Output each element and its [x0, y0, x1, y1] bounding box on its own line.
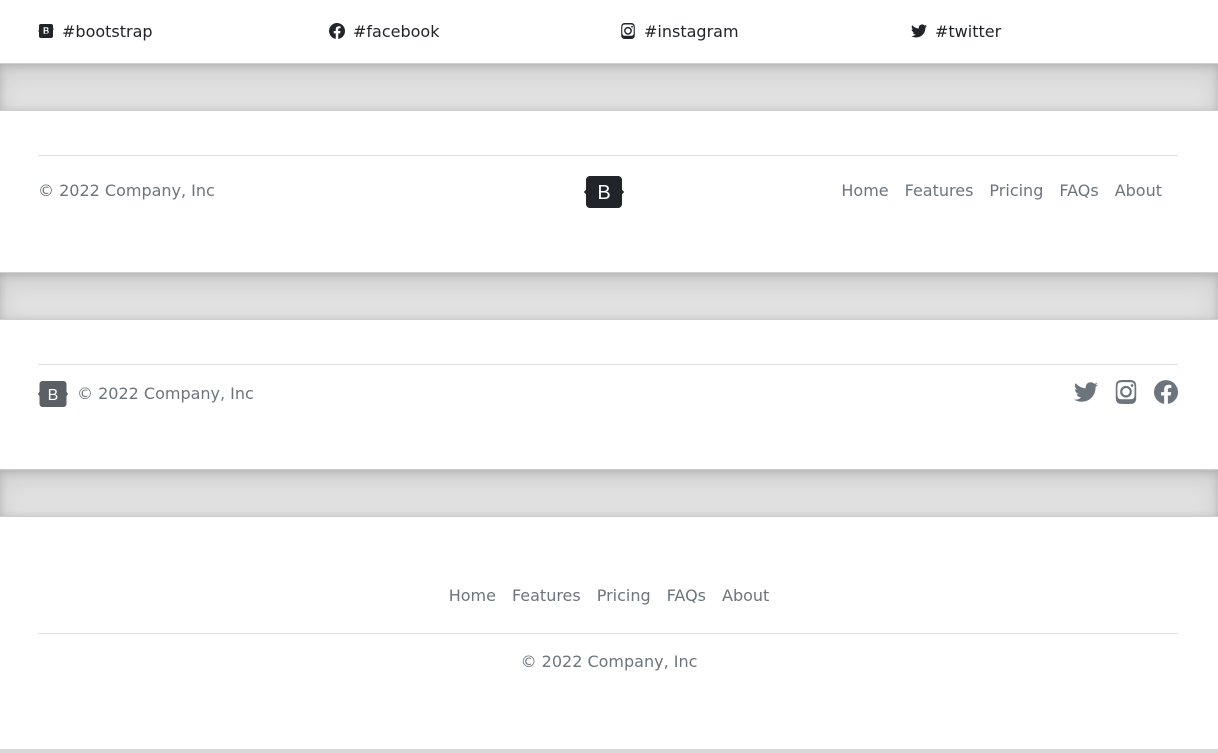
footer-nav: Home Features Pricing FAQs About — [833, 181, 1170, 200]
nav-about[interactable]: About — [1107, 181, 1170, 200]
nav-pricing[interactable]: Pricing — [589, 586, 659, 605]
twitter-icon — [911, 24, 927, 38]
nav-features[interactable]: Features — [897, 181, 982, 200]
footer-nav: Home Features Pricing FAQs About — [0, 586, 1218, 605]
section-divider — [0, 272, 1218, 320]
icon-row: #bootstrap #facebook #instagram #twitter — [0, 0, 1218, 63]
bootstrap-icon: B — [584, 176, 624, 208]
instagram-icon — [621, 23, 635, 39]
nav-faqs[interactable]: FAQs — [659, 586, 714, 605]
facebook-icon — [329, 23, 345, 39]
section-divider — [0, 749, 1218, 753]
social-links — [1058, 380, 1178, 404]
instagram-icon — [1115, 380, 1137, 404]
bootstrap-icon: B — [38, 381, 68, 407]
instagram-label: #instagram — [644, 21, 739, 41]
copyright-text: © 2022 Company, Inc — [77, 384, 254, 403]
nav-home[interactable]: Home — [833, 181, 896, 200]
facebook-link[interactable] — [1154, 380, 1178, 404]
section-divider — [0, 469, 1218, 517]
logo-letter: B — [48, 387, 59, 404]
copyright-text: © 2022 Company, Inc — [520, 652, 698, 671]
bootstrap-label: #bootstrap — [62, 21, 153, 41]
nav-home[interactable]: Home — [441, 586, 504, 605]
footer-border — [38, 364, 1178, 365]
nav-about[interactable]: About — [714, 586, 777, 605]
nav-features[interactable]: Features — [504, 586, 589, 605]
footer-border — [38, 155, 1178, 156]
bootstrap-icon — [38, 24, 54, 38]
twitter-link[interactable]: #twitter — [911, 21, 1001, 41]
twitter-label: #twitter — [935, 21, 1002, 41]
instagram-link[interactable]: #instagram — [620, 21, 739, 41]
bootstrap-logo-link[interactable]: B — [38, 381, 68, 411]
twitter-icon — [1074, 382, 1098, 402]
section-divider — [0, 63, 1218, 111]
copyright-text: © 2022 Company, Inc — [38, 181, 215, 200]
instagram-link[interactable] — [1114, 380, 1138, 404]
facebook-link[interactable]: #facebook — [329, 21, 439, 41]
facebook-icon — [1154, 380, 1178, 404]
twitter-link[interactable] — [1074, 380, 1098, 404]
bootstrap-logo-link[interactable]: B — [584, 176, 624, 212]
facebook-label: #facebook — [353, 21, 440, 41]
footer-border — [38, 633, 1178, 634]
nav-faqs[interactable]: FAQs — [1051, 181, 1106, 200]
logo-letter: B — [597, 182, 610, 204]
nav-pricing[interactable]: Pricing — [981, 181, 1051, 200]
bootstrap-link[interactable]: #bootstrap — [38, 21, 153, 41]
